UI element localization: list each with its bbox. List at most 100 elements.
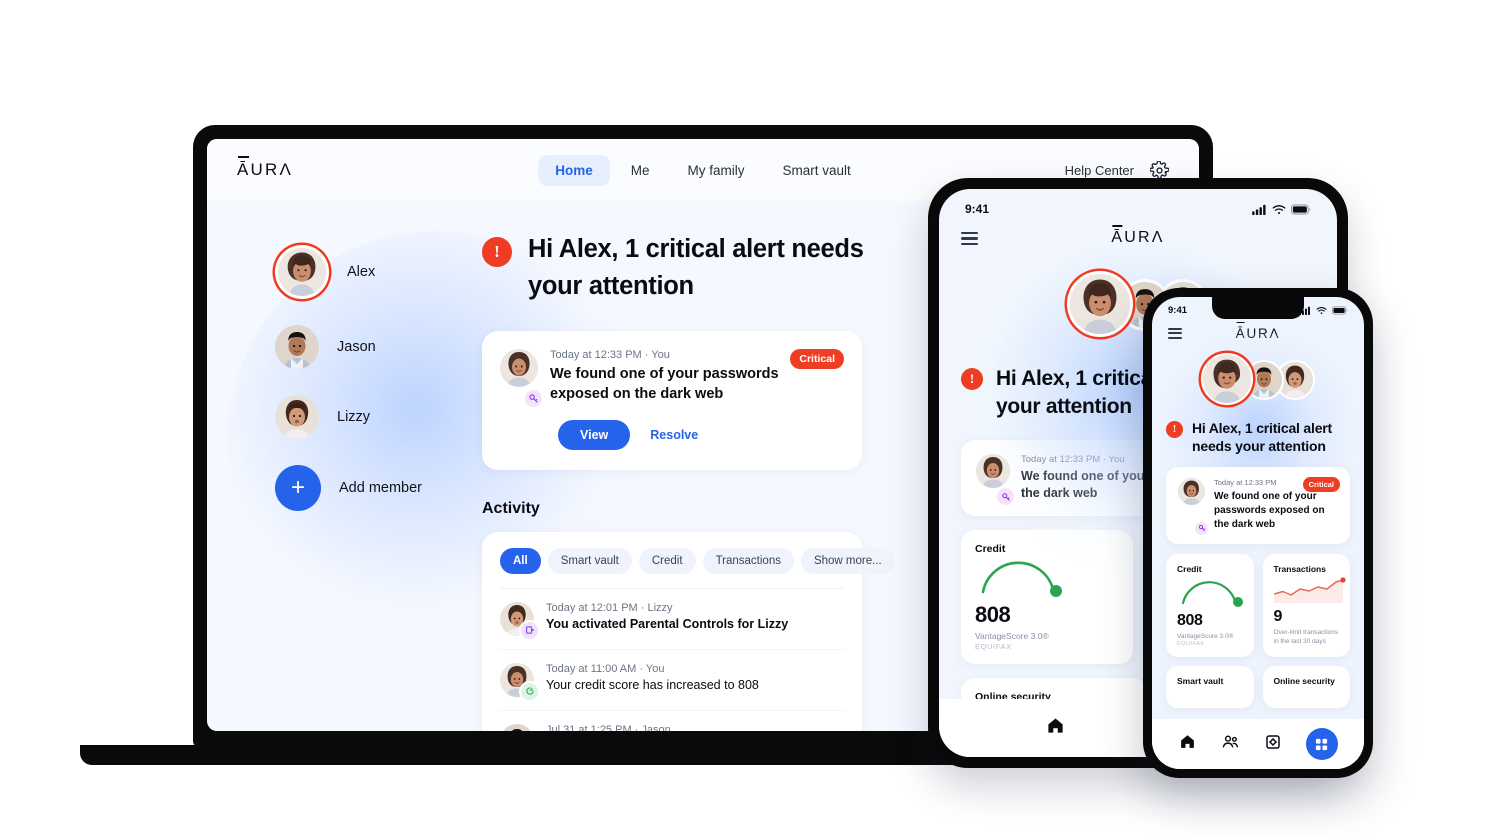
credit-bureau: EQUIFAX (975, 642, 1012, 652)
credit-up-icon (519, 680, 540, 702)
phone-tabbar (1152, 719, 1364, 769)
add-member-button[interactable]: + Add member (275, 465, 482, 511)
activity-avatar-wrap (500, 662, 540, 702)
phone-hero: ! Hi Alex, 1 critical alert needs your a… (1152, 419, 1364, 457)
parental-controls-icon (519, 619, 540, 641)
phone-bezel: 9:41 ĀURΛ (1143, 288, 1373, 778)
avatar[interactable] (1201, 352, 1253, 405)
activity-text: You activated Parental Controls for Lizz… (546, 616, 789, 631)
alert-avatar-wrap (500, 348, 544, 409)
alert-text: Today at 12:33 PM · You We found one of … (550, 349, 785, 404)
filter-chip-show-more[interactable]: Show more... (800, 547, 895, 574)
credit-label: Credit (1177, 563, 1202, 574)
tab-home[interactable] (1046, 716, 1065, 740)
alert-avatar-wrap (976, 453, 1016, 508)
alert-exclamation-icon: ! (961, 367, 983, 390)
activity-meta: Jul 31 at 1:25 PM · Jason (546, 723, 671, 731)
page-title: Hi Alex, 1 critical alert needs your att… (1192, 419, 1332, 455)
credit-score: 808 (975, 602, 1011, 628)
tab-family[interactable] (1221, 733, 1240, 755)
activity-content: Jul 31 at 1:25 PM · Jason Jason accepted… (546, 724, 844, 731)
aura-logo: ĀURΛ (237, 160, 294, 179)
key-icon (523, 387, 544, 409)
activity-meta: Today at 11:00 AM · You (546, 662, 665, 675)
smart-vault-widget[interactable]: Smart vault (1166, 665, 1254, 708)
filter-chip-credit[interactable]: Credit (638, 547, 696, 574)
phone-device: 9:41 ĀURΛ (1143, 288, 1373, 778)
critical-alert-card[interactable]: Critical (482, 330, 862, 470)
avatar[interactable] (1067, 270, 1133, 337)
credit-sub: VantageScore 3.0® (1177, 632, 1234, 640)
gear-icon[interactable] (1150, 160, 1169, 180)
family-sidebar: Alex Jason Lizzy + Add member (207, 201, 482, 731)
credit-bureau: EQUIFAX (1177, 640, 1205, 647)
tablet-appbar: ĀURΛ (939, 216, 1337, 246)
activity-content: Today at 11:00 AM · You Your credit scor… (546, 663, 759, 697)
view-button[interactable]: View (558, 419, 631, 450)
key-icon (995, 486, 1016, 508)
nav-item-smart-vault[interactable]: Smart vault (766, 155, 868, 186)
activity-meta: Today at 12:01 PM · Lizzy (546, 601, 673, 614)
avatar (500, 723, 534, 731)
activity-row[interactable]: Today at 12:01 PM · Lizzy You activated … (500, 589, 844, 650)
avatar (1178, 478, 1205, 506)
tab-home[interactable] (1179, 733, 1196, 755)
credit-gauge (1181, 580, 1243, 607)
alert-title: We found one of your passwords exposed o… (1214, 491, 1325, 531)
online-security-label: Online security (1273, 675, 1335, 686)
nav-item-my-family[interactable]: My family (671, 155, 762, 186)
alert-actions: View Resolve (558, 419, 842, 450)
transactions-count: 9 (1273, 607, 1283, 625)
avatar (275, 395, 319, 439)
resolve-link[interactable]: Resolve (650, 428, 698, 442)
battery-icon (1332, 306, 1348, 315)
status-badge: Critical (790, 348, 844, 369)
credit-score: 808 (1177, 611, 1203, 629)
smart-vault-label: Smart vault (1177, 675, 1224, 686)
activity-row[interactable]: Today at 11:00 AM · You Your credit scor… (500, 650, 844, 711)
family-member-alex[interactable]: Alex (275, 245, 482, 299)
family-member-jason[interactable]: Jason (275, 325, 482, 369)
key-icon (1193, 519, 1210, 537)
tab-vault[interactable] (1265, 734, 1281, 755)
wifi-icon (1316, 307, 1327, 315)
filter-chip-all[interactable]: All (500, 547, 541, 574)
online-security-widget[interactable]: Online security (1262, 665, 1350, 708)
activity-row[interactable]: Jul 31 at 1:25 PM · Jason Jason accepted… (500, 711, 844, 731)
laptop-main: ! Hi Alex, 1 critical alert needs your a… (482, 201, 954, 731)
hamburger-icon[interactable] (1168, 328, 1182, 339)
battery-icon (1291, 204, 1311, 214)
plus-icon: + (275, 465, 321, 511)
transactions-label: Transactions (1273, 563, 1326, 574)
topbar-right: Help Center (1065, 160, 1169, 180)
status-time: 9:41 (1168, 305, 1188, 316)
filter-chip-smart-vault[interactable]: Smart vault (547, 547, 632, 574)
signal-icon (1252, 204, 1266, 215)
device-showcase: ĀURΛ Home Me My family Smart vault Help … (0, 0, 1500, 839)
phone-widgets-row-2: Smart vault Online security (1152, 665, 1364, 708)
transactions-widget[interactable]: Transactions 9 Over-limit transactions i… (1262, 553, 1350, 657)
wifi-icon (1272, 204, 1286, 214)
hero-alert: ! Hi Alex, 1 critical alert needs your a… (482, 231, 954, 305)
activity-avatar-wrap (500, 723, 534, 731)
tablet-status-bar: 9:41 (939, 189, 1337, 216)
critical-alert-card[interactable]: Critical (1166, 467, 1350, 544)
tab-more[interactable] (1305, 728, 1338, 760)
nav-item-home[interactable]: Home (538, 154, 610, 186)
member-name: Lizzy (337, 409, 371, 425)
alert-avatar-wrap (1178, 478, 1210, 537)
activity-card: All Smart vault Credit Transactions Show… (482, 531, 895, 731)
credit-card-widget[interactable]: Credit 808 VantageScore 3.0® EQUIFAX (1166, 553, 1254, 657)
alert-exclamation-icon: ! (482, 237, 512, 267)
status-time: 9:41 (965, 202, 990, 216)
phone-family-avatars (1152, 352, 1364, 405)
activity-filters: All Smart vault Credit Transactions Show… (500, 547, 895, 589)
credit-sub: VantageScore 3.0® (975, 631, 1049, 642)
help-center-link[interactable]: Help Center (1065, 163, 1134, 178)
filter-chip-transactions[interactable]: Transactions (702, 547, 794, 574)
hamburger-icon[interactable] (961, 232, 978, 245)
phone-screen: 9:41 ĀURΛ (1152, 297, 1364, 769)
family-member-lizzy[interactable]: Lizzy (275, 395, 482, 439)
nav-item-me[interactable]: Me (614, 155, 667, 186)
alert-title: We found one of your passwords exposed o… (550, 365, 779, 402)
